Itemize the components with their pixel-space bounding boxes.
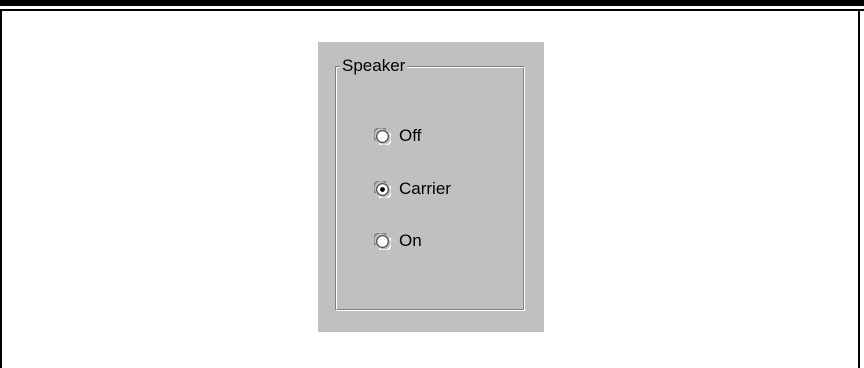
top-thick-rule [0,0,864,6]
radio-unchecked-icon[interactable] [374,232,391,250]
radio-option-label: Carrier [399,179,451,198]
radio-option-off[interactable]: Off [374,125,421,147]
radio-checked-icon[interactable] [374,180,391,198]
radio-option-label: Off [399,126,422,145]
radio-unchecked-icon[interactable] [374,127,391,145]
radio-option-label: On [399,231,422,250]
dialog-panel: Speaker Off Carrier On [318,42,544,332]
speaker-group-title: Speaker [340,55,408,77]
radio-option-carrier[interactable]: Carrier [374,178,451,200]
radio-option-on[interactable]: On [374,230,422,252]
